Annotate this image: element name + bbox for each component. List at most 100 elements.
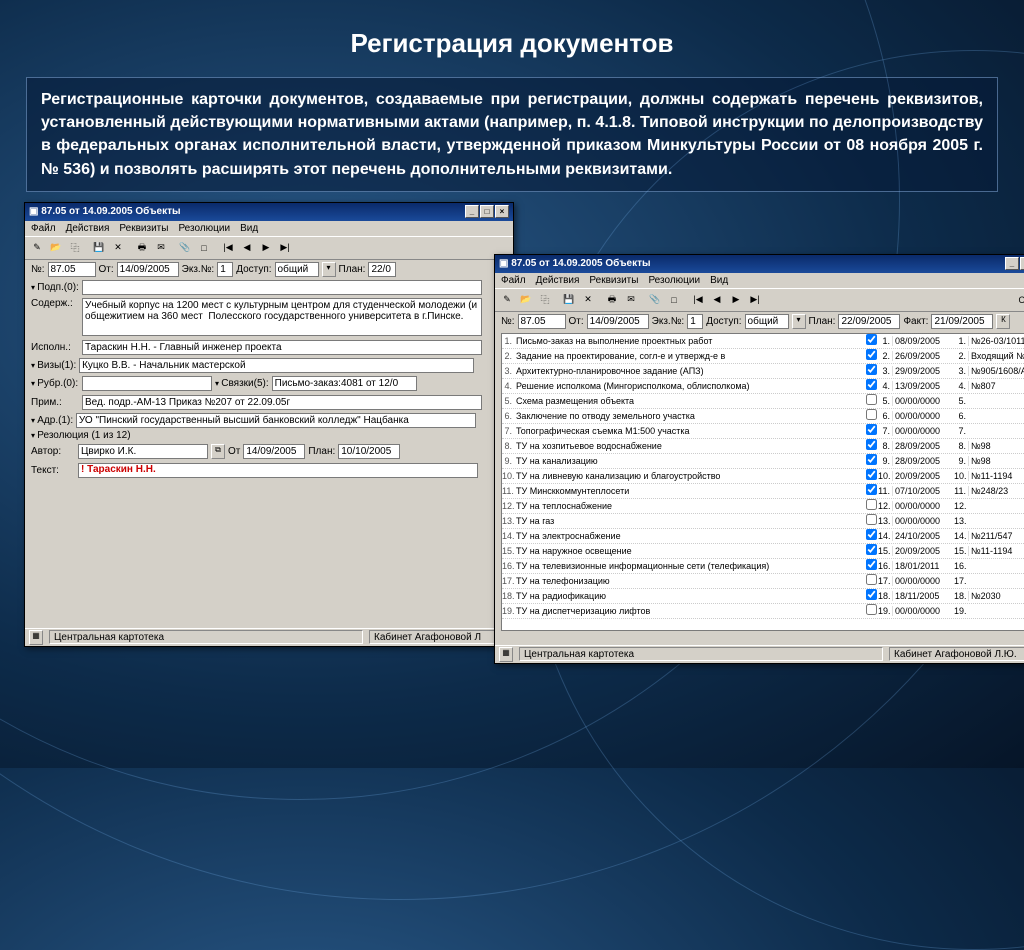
list-item[interactable]: 1.Письмо-заказ на выполнение проектных р… (502, 334, 1024, 349)
tb-o-button[interactable]: О (1013, 291, 1024, 309)
minimize-button[interactable]: _ (465, 205, 479, 218)
row-check[interactable] (864, 559, 878, 572)
row-check[interactable] (864, 454, 878, 467)
row-ref[interactable]: №807 (968, 381, 1024, 391)
dostup-dropdown-icon[interactable]: ▾ (322, 262, 336, 277)
tb-mail-icon[interactable]: ✉ (152, 239, 170, 257)
input-plan[interactable] (368, 262, 396, 277)
list-item[interactable]: 18.ТУ на радиофикацию18.18/11/200518.№20… (502, 589, 1024, 604)
row-ref[interactable]: №98 (968, 456, 1024, 466)
input-ekz[interactable] (687, 314, 703, 329)
row-check[interactable] (864, 409, 878, 422)
row-date[interactable]: 18/11/2005 (892, 591, 954, 601)
row-check[interactable] (864, 574, 878, 587)
tb-first-icon[interactable]: |◀ (219, 239, 237, 257)
list-item[interactable]: 17.ТУ на телефонизацию17.00/00/000017. (502, 574, 1024, 589)
tb-prev-icon[interactable]: ◀ (238, 239, 256, 257)
row-check[interactable] (864, 499, 878, 512)
row-date[interactable]: 24/10/2005 (892, 531, 954, 541)
list-item[interactable]: 13.ТУ на газ13.00/00/000013. (502, 514, 1024, 529)
list-item[interactable]: 14.ТУ на электроснабжение14.24/10/200514… (502, 529, 1024, 544)
row-ref[interactable]: №11-1194 (968, 471, 1024, 481)
menu-file[interactable]: Файл (501, 275, 526, 286)
list-item[interactable]: 15.ТУ на наружное освещение15.20/09/2005… (502, 544, 1024, 559)
row-date[interactable]: 00/00/0000 (892, 516, 954, 526)
row-ref[interactable]: №211/547 (968, 531, 1024, 541)
row-check[interactable] (864, 544, 878, 557)
menu-req[interactable]: Реквизиты (589, 275, 638, 286)
row-check[interactable] (864, 604, 878, 617)
list-item[interactable]: 9.ТУ на канализацию9.28/09/20059.№98 (502, 454, 1024, 469)
input-svyaz[interactable] (272, 376, 417, 391)
row-date[interactable]: 00/00/0000 (892, 426, 954, 436)
input-soderzh[interactable] (82, 298, 482, 336)
tb-open-icon[interactable]: 📂 (47, 239, 65, 257)
tb-btn-icon[interactable]: □ (665, 291, 683, 309)
list-item[interactable]: 5.Схема размещения объекта5.00/00/00005. (502, 394, 1024, 409)
dostup-dropdown-icon[interactable]: ▾ (792, 314, 806, 329)
input-ekz[interactable] (217, 262, 233, 277)
menu-req[interactable]: Реквизиты (119, 223, 168, 234)
row-check[interactable] (864, 364, 878, 377)
input-rubr[interactable] (82, 376, 212, 391)
lbl-vizy[interactable]: Визы(1): (31, 360, 76, 371)
row-check[interactable] (864, 379, 878, 392)
maximize-button[interactable]: □ (1020, 257, 1024, 270)
row-date[interactable]: 29/09/2005 (892, 366, 954, 376)
tb-attach-icon[interactable]: 📎 (176, 239, 194, 257)
list-item[interactable]: 11.ТУ Минсккоммунтеплосети11.07/10/20051… (502, 484, 1024, 499)
row-check[interactable] (864, 334, 878, 347)
row-check[interactable] (864, 514, 878, 527)
tb-mail-icon[interactable]: ✉ (622, 291, 640, 309)
list-item[interactable]: 7.Топографическая съемка М1:500 участка7… (502, 424, 1024, 439)
menu-file[interactable]: Файл (31, 223, 56, 234)
input-ot[interactable] (117, 262, 179, 277)
close-button[interactable]: × (495, 205, 509, 218)
lbl-svyaz[interactable]: Связки(5): (215, 378, 269, 389)
lbl-rez[interactable]: Резолюция (1 из 12) (31, 430, 131, 441)
tb-btn-icon[interactable]: □ (195, 239, 213, 257)
tb-del-icon[interactable]: ✕ (579, 291, 597, 309)
tb-next-icon[interactable]: ▶ (257, 239, 275, 257)
row-ref[interactable]: №26-03/1011 (968, 336, 1024, 346)
tb-save-icon[interactable]: 💾 (560, 291, 578, 309)
list-item[interactable]: 19.ТУ на диспетчеризацию лифтов19.00/00/… (502, 604, 1024, 619)
row-date[interactable]: 08/09/2005 (892, 336, 954, 346)
row-ref[interactable]: №905/1608/А (968, 366, 1024, 376)
row-check[interactable] (864, 589, 878, 602)
tb-new-icon[interactable]: ✎ (28, 239, 46, 257)
input-ispoln[interactable] (82, 340, 482, 355)
tb-new-icon[interactable]: ✎ (498, 291, 516, 309)
list-item[interactable]: 12.ТУ на теплоснабжение12.00/00/000012. (502, 499, 1024, 514)
status-btn[interactable]: ▦ (29, 630, 43, 645)
menu-actions[interactable]: Действия (536, 275, 580, 286)
row-ref[interactable]: №11-1194 (968, 546, 1024, 556)
input-tekst[interactable]: ! Тараскин Н.Н. (78, 463, 478, 478)
tb-copy-icon[interactable]: ⿻ (536, 291, 554, 309)
tb-copy-icon[interactable]: ⿻ (66, 239, 84, 257)
row-date[interactable]: 07/10/2005 (892, 486, 954, 496)
row-date[interactable]: 28/09/2005 (892, 441, 954, 451)
titlebar-2[interactable]: ▣ 87.05 от 14.09.2005 Объекты _ □ × (495, 255, 1024, 273)
tb-next-icon[interactable]: ▶ (727, 291, 745, 309)
input-plan[interactable] (838, 314, 900, 329)
item-list[interactable]: 1.Письмо-заказ на выполнение проектных р… (501, 333, 1024, 631)
menu-view[interactable]: Вид (240, 223, 258, 234)
tb-last-icon[interactable]: ▶| (746, 291, 764, 309)
list-item[interactable]: 2.Задание на проектирование, согл-е и ут… (502, 349, 1024, 364)
menu-view[interactable]: Вид (710, 275, 728, 286)
input-prim[interactable] (82, 395, 482, 410)
list-item[interactable]: 8.ТУ на хозпитьевое водоснабжение8.28/09… (502, 439, 1024, 454)
row-date[interactable]: 26/09/2005 (892, 351, 954, 361)
tb-open-icon[interactable]: 📂 (517, 291, 535, 309)
row-date[interactable]: 00/00/0000 (892, 396, 954, 406)
tb-del-icon[interactable]: ✕ (109, 239, 127, 257)
lbl-adr[interactable]: Адр.(1): (31, 415, 73, 426)
tb-save-icon[interactable]: 💾 (90, 239, 108, 257)
tb-first-icon[interactable]: |◀ (689, 291, 707, 309)
menu-actions[interactable]: Действия (66, 223, 110, 234)
row-ref[interactable]: №2030 (968, 591, 1024, 601)
list-item[interactable]: 16.ТУ на телевизионные информационные се… (502, 559, 1024, 574)
row-check[interactable] (864, 439, 878, 452)
list-item[interactable]: 6.Заключение по отводу земельного участк… (502, 409, 1024, 424)
